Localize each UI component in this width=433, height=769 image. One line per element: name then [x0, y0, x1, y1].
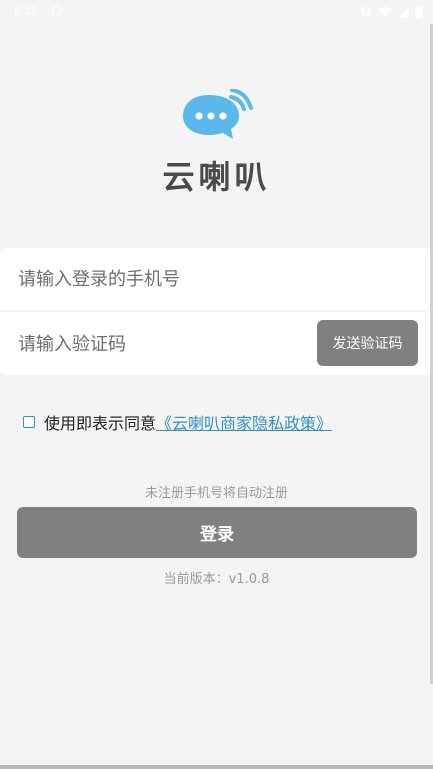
login-button[interactable]: 登录 [17, 507, 417, 558]
status-icons [360, 4, 423, 20]
app-version: 当前版本：v1.0.8 [163, 572, 270, 587]
code-field-row: 发送验证码 [0, 312, 433, 375]
phone-field-row [0, 248, 433, 310]
mute-icon [360, 6, 372, 17]
app-name: 云喇叭 [162, 158, 271, 196]
send-code-button[interactable]: 发送验证码 [317, 320, 418, 366]
chat-bubble-icon [183, 88, 253, 139]
status-bar: 8:18 [0, 0, 433, 24]
phone-input[interactable] [18, 267, 413, 291]
battery-icon [415, 5, 423, 18]
agreement-text: 使用即表示同意 [44, 414, 157, 433]
verification-code-input[interactable] [18, 332, 298, 356]
login-screen: 8:18 云喇叭 请输入登录的手机号 请输入验证码 发送验证码 使用即表示同意 … [0, 0, 433, 769]
wifi-icon [378, 7, 392, 17]
signal-icon [398, 7, 409, 17]
agreement-checkbox[interactable] [23, 416, 35, 428]
status-time: 8:18 [14, 4, 38, 18]
privacy-agreement: 使用即表示同意 《云喇叭商家隐私政策》 [23, 411, 332, 433]
privacy-policy-link[interactable]: 《云喇叭商家隐私政策》 [156, 410, 332, 434]
auto-register-hint: 未注册手机号将自动注册 [144, 486, 288, 501]
navigation-bar [0, 765, 433, 769]
app-logo [181, 88, 253, 141]
notification-icon [52, 6, 61, 15]
